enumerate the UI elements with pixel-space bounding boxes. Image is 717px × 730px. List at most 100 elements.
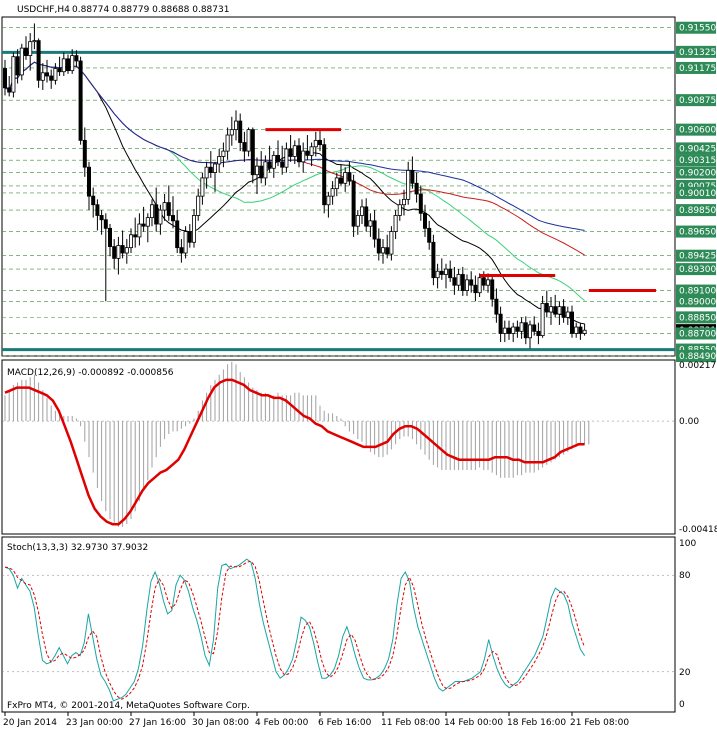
candle-body (380, 247, 385, 254)
macd-panel[interactable]: 0.002177 0.00 -0.004188 (1, 359, 717, 535)
candle-body (154, 204, 159, 225)
candle (414, 172, 419, 203)
candle-body (351, 180, 356, 227)
candle-body (200, 177, 205, 197)
candle-body (578, 326, 583, 334)
candle (578, 322, 583, 340)
candle (57, 56, 62, 77)
candle-body (338, 177, 343, 184)
candle (259, 151, 264, 184)
candle (528, 320, 533, 349)
candle-body (61, 58, 66, 73)
stochastic-panel[interactable]: 100 80 20 0 (1, 536, 696, 713)
candle-body (414, 182, 419, 195)
time-axis-label: 11 Feb 08:00 (381, 718, 440, 728)
candle-body (427, 227, 432, 243)
candle-body (452, 277, 457, 286)
candle-body (519, 322, 524, 332)
stochastic-panel-frame (1, 536, 676, 713)
candle (301, 142, 306, 173)
candle-body (456, 274, 461, 286)
candle-body (582, 329, 587, 334)
candle (460, 266, 465, 296)
candle-body (166, 202, 171, 216)
candle (212, 161, 217, 192)
price-axis-label: 0.89000 (679, 297, 716, 307)
time-axis-label: 18 Feb 16:00 (507, 718, 566, 728)
candle (376, 228, 381, 261)
price-axis-label: 0.91550 (679, 24, 716, 34)
candle (351, 174, 356, 237)
candle (389, 226, 394, 261)
candle (334, 172, 339, 197)
candle (66, 54, 71, 74)
candle (410, 156, 415, 189)
stoch-axis-label: 80 (679, 571, 691, 581)
mt4-chart-window: 0.91550 0.91325 0.91175 0.90875 0.90600 0.904… (1, 5, 717, 728)
price-panel[interactable]: 0.91550 0.91325 0.91175 0.90875 0.90600 0.904… (1, 16, 716, 362)
candle (553, 294, 558, 318)
candle-body (275, 154, 280, 163)
candle-body (330, 188, 335, 197)
candle-body (574, 326, 579, 334)
candle-body (149, 204, 154, 219)
candle-body (490, 279, 495, 300)
candle-body (49, 75, 54, 81)
candle-body (431, 241, 436, 279)
candle (61, 52, 66, 77)
candle-body (355, 215, 360, 227)
candle (128, 228, 133, 254)
candle-body (397, 204, 402, 216)
candle (112, 239, 117, 270)
candle-body (359, 206, 364, 216)
candle-body (128, 234, 133, 249)
candle (338, 163, 343, 186)
price-axis-label: 0.89300 (679, 265, 716, 275)
candle (317, 129, 322, 152)
candle (561, 299, 566, 323)
candle (519, 317, 524, 339)
candle-body (250, 129, 255, 176)
candle (141, 206, 146, 232)
candle-body (536, 330, 541, 337)
candle-body (23, 47, 28, 57)
candle (208, 151, 213, 178)
candle (296, 138, 301, 168)
macd-axis-label: 0.00 (679, 417, 699, 427)
candle (355, 210, 360, 235)
candle-body (238, 120, 243, 143)
candle-body (242, 142, 247, 152)
candle-body (11, 56, 16, 93)
price-axis-label: 0.89100 (679, 287, 716, 297)
candle (179, 239, 184, 263)
candle (78, 56, 83, 145)
candle-body (368, 220, 373, 227)
candle (343, 167, 348, 192)
candle (108, 224, 113, 257)
candle (53, 63, 58, 85)
candle-body (561, 306, 566, 318)
symbol-title: USDCHF,H4 (17, 5, 70, 15)
price-axis-label: 0.90600 (679, 126, 716, 136)
candle-body (406, 170, 411, 200)
candle (443, 263, 448, 289)
candle (124, 239, 129, 264)
candle-body (460, 274, 465, 291)
candle-body (343, 172, 348, 184)
candle-body (91, 195, 96, 206)
time-axis-label: 20 Jan 2014 (3, 718, 57, 728)
candle (570, 305, 575, 338)
candle-body (229, 129, 234, 136)
candle-body (494, 298, 499, 315)
candle-body (45, 72, 50, 77)
candle-body (15, 56, 20, 76)
candle (36, 38, 41, 88)
copyright-text: FxPro MT4, © 2001-2014, MetaQuotes Softw… (7, 701, 250, 711)
candle (565, 306, 570, 325)
candle (158, 204, 163, 235)
candle (19, 43, 24, 81)
candle (40, 63, 45, 90)
candle (271, 151, 276, 178)
candle (502, 320, 507, 343)
candle (456, 269, 461, 291)
